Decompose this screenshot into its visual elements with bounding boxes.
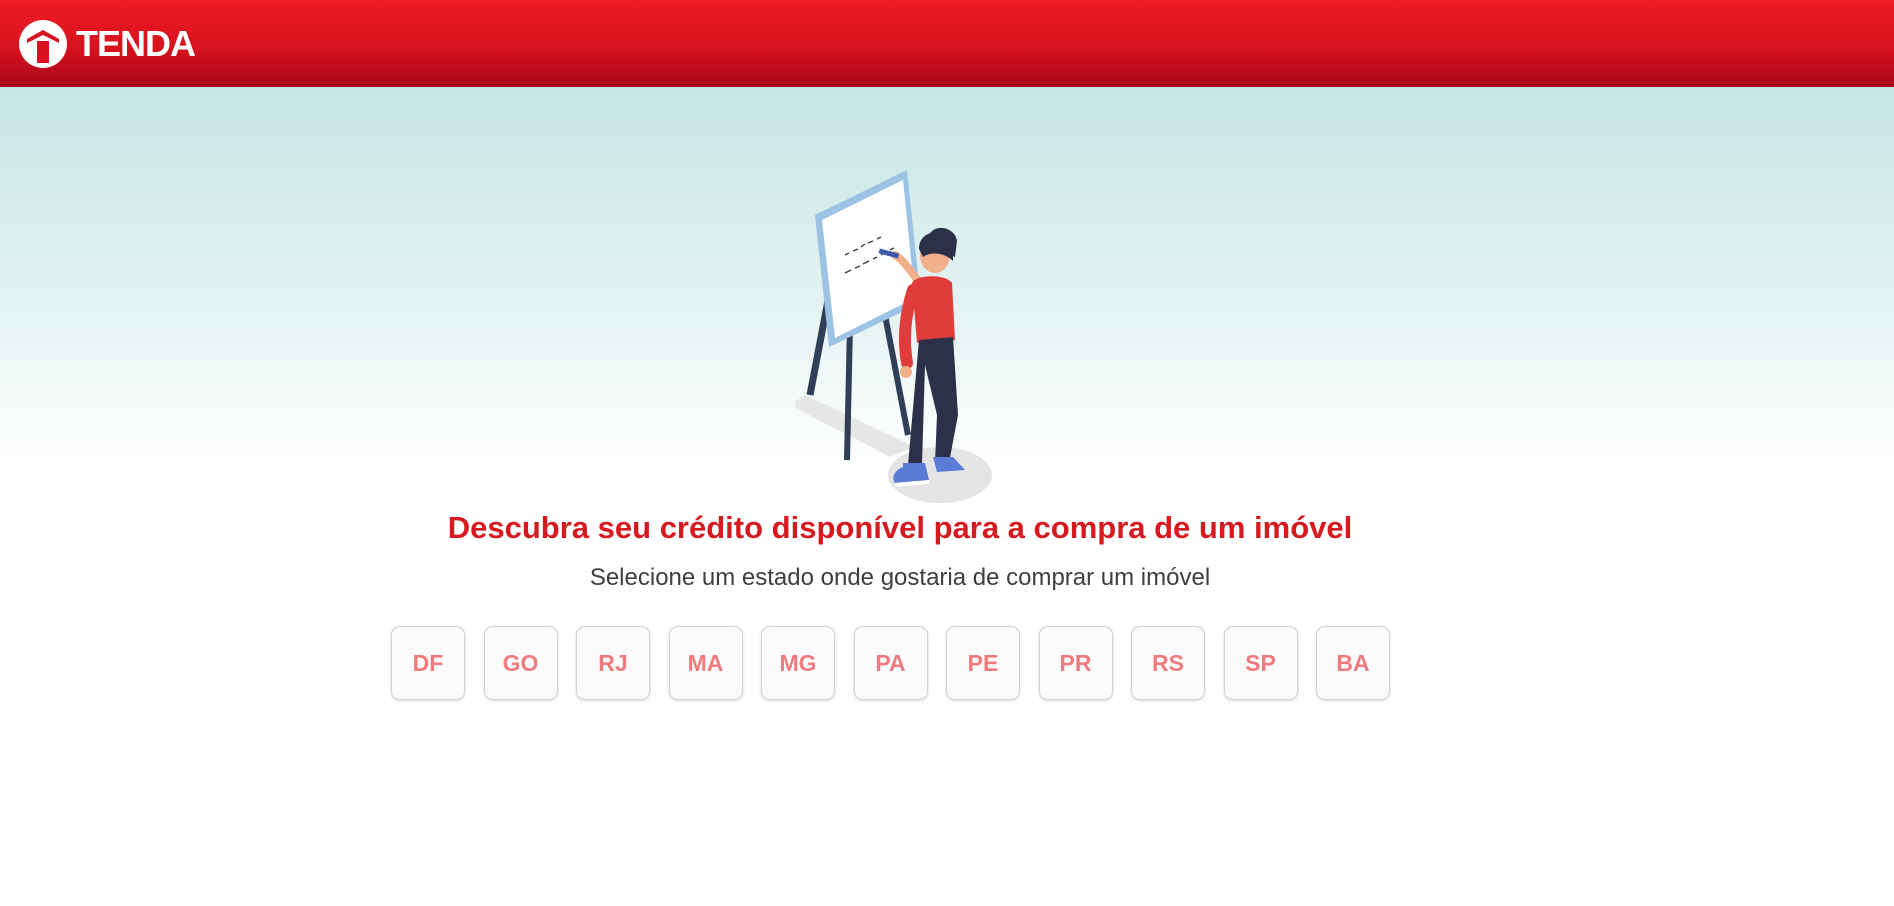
state-selector: DF GO RJ MA MG PA PE PR RS SP BA [391,626,1409,700]
state-button-rs[interactable]: RS [1131,626,1205,700]
state-button-pr[interactable]: PR [1038,626,1113,700]
state-button-mg[interactable]: MG [761,626,835,700]
state-button-ma[interactable]: MA [668,626,743,700]
state-button-sp[interactable]: SP [1223,626,1298,700]
state-button-go[interactable]: GO [483,626,558,700]
tenda-house-icon [19,19,67,68]
top-header: TENDA [0,0,1894,87]
page-title: Descubra seu crédito disponível para a c… [447,510,1353,545]
state-button-df[interactable]: DF [391,626,465,700]
state-button-ba[interactable]: BA [1316,626,1390,700]
logo-text: TENDA [76,22,196,64]
page-subtitle: Selecione um estado onde gostaria de com… [589,564,1211,591]
state-button-pa[interactable]: PA [853,626,928,700]
person-at-whiteboard-illustration [795,170,992,503]
tenda-logo[interactable]: TENDA [18,0,196,87]
state-button-rj[interactable]: RJ [576,626,650,700]
state-button-pe[interactable]: PE [946,626,1020,700]
